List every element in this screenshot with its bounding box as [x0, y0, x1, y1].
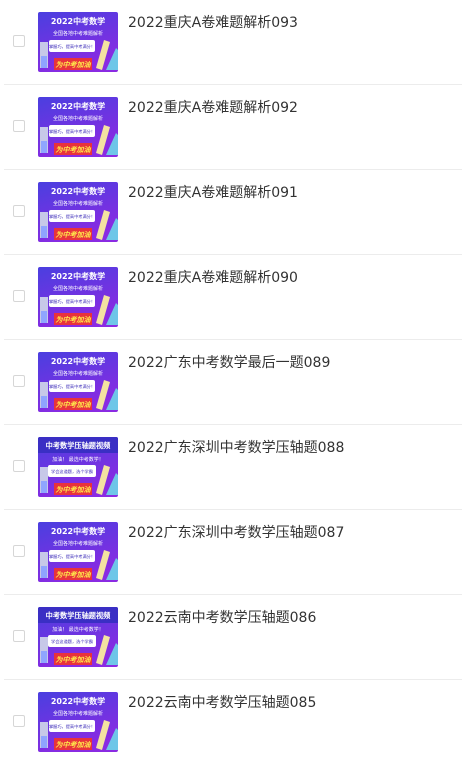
- thumbnail-card-text: 掌握巧，提高中考满分！: [49, 128, 95, 135]
- thumbnail-subtitle: 全国各地中考难题解析: [53, 710, 103, 717]
- select-checkbox[interactable]: [13, 545, 25, 557]
- thumbnail-figure-detail: [41, 396, 47, 408]
- select-checkbox[interactable]: [13, 375, 25, 387]
- select-checkbox[interactable]: [13, 205, 25, 217]
- list-item[interactable]: 2022中考数学 全国各地中考难题解析掌握巧，提高中考满分！ 为中考加油 2022广…: [0, 340, 462, 425]
- select-checkbox[interactable]: [13, 630, 25, 642]
- thumbnail-card-text: 掌握巧，提高中考满分！: [49, 383, 95, 390]
- thumbnail-card-text: 掌握巧，提高中考满分！: [49, 213, 95, 220]
- list-item[interactable]: 中考数学压轴题视频 加油！ 最选中考数学！ 学会这道题，选个学霸 为中考加油 2022…: [0, 595, 462, 680]
- thumbnail-artwork: 2022中考数学全国各地中考难题解析掌握巧，提高中考满分！ 为中考加油: [38, 12, 118, 72]
- select-checkbox[interactable]: [13, 715, 25, 727]
- thumbnail-headline: 2022中考数学: [51, 526, 105, 536]
- thumbnail-subtitle: 全国各地中考难题解析: [53, 200, 103, 207]
- thumbnail-banner-text: 为中考加油: [56, 315, 92, 324]
- item-title[interactable]: 2022重庆A卷难题解析093: [128, 14, 298, 32]
- lesson-list: 2022中考数学 全国各地中考难题解析 掌握巧，提高中考满分！ 为中考加油 2022重…: [0, 0, 462, 765]
- item-title[interactable]: 2022云南中考数学压轴题086: [128, 609, 316, 627]
- item-title[interactable]: 2022云南中考数学压轴题085: [128, 694, 316, 712]
- thumbnail-artwork: 2022中考数学全国各地中考难题解析掌握巧，提高中考满分！ 为中考加油: [38, 267, 118, 327]
- thumbnail-card-text: 掌握巧，提高中考满分！: [49, 298, 95, 305]
- thumbnail-banner-text: 为中考加油: [56, 60, 92, 69]
- list-item[interactable]: 2022中考数学 全国各地中考难题解析掌握巧，提高中考满分！ 为中考加油 2022重…: [0, 255, 462, 340]
- item-title[interactable]: 2022广东中考数学最后一题089: [128, 354, 330, 372]
- thumbnail-headline: 2022中考数学: [51, 16, 105, 26]
- thumbnail-card-text: 掌握巧，提高中考满分！: [49, 723, 95, 730]
- thumbnail-banner-text: 为中考加油: [56, 145, 92, 154]
- thumbnail-image[interactable]: 2022中考数学 全国各地中考难题解析掌握巧，提高中考满分！ 为中考加油: [38, 267, 118, 327]
- list-item[interactable]: 中考数学压轴题视频 加油！ 最选中考数学！ 学会这道题，选个学霸 为中考加油 2022…: [0, 425, 462, 510]
- thumbnail-figure-detail: [41, 651, 47, 663]
- thumbnail-banner-text: 为中考加油: [56, 570, 92, 579]
- thumbnail-figure-detail: [41, 56, 47, 68]
- thumbnail-card-text: 学会这道题，选个学霸: [51, 468, 93, 475]
- thumbnail-card-text: 学会这道题，选个学霸: [51, 638, 93, 645]
- thumbnail-headline: 2022中考数学: [51, 186, 105, 196]
- thumbnail-card-text: 掌握巧，提高中考满分！: [49, 553, 95, 560]
- thumbnail-artwork: 2022中考数学全国各地中考难题解析掌握巧，提高中考满分！ 为中考加油: [38, 182, 118, 242]
- thumbnail-headline: 2022中考数学: [51, 356, 105, 366]
- thumbnail-headline: 中考数学压轴题视频: [46, 611, 112, 620]
- thumbnail-image[interactable]: 2022中考数学 全国各地中考难题解析掌握巧，提高中考满分！ 为中考加油: [38, 692, 118, 752]
- thumbnail-artwork: 中考数学压轴题视频加油！ 最选中考数学！ 学会这道题，选个学霸为中考加油: [38, 437, 118, 497]
- thumbnail-headline: 中考数学压轴题视频: [46, 441, 112, 450]
- item-title[interactable]: 2022广东深圳中考数学压轴题087: [128, 524, 344, 542]
- item-title[interactable]: 2022重庆A卷难题解析090: [128, 269, 298, 287]
- select-checkbox[interactable]: [13, 35, 25, 47]
- thumbnail-figure-detail: [41, 311, 47, 323]
- thumbnail-card-text: 掌握巧，提高中考满分！: [49, 43, 95, 50]
- item-title[interactable]: 2022广东深圳中考数学压轴题088: [128, 439, 344, 457]
- thumbnail-figure-detail: [41, 226, 47, 238]
- thumbnail-artwork: 2022中考数学全国各地中考难题解析掌握巧，提高中考满分！ 为中考加油: [38, 97, 118, 157]
- thumbnail-figure-detail: [41, 566, 47, 578]
- select-checkbox[interactable]: [13, 120, 25, 132]
- thumbnail-banner-text: 为中考加油: [56, 400, 92, 409]
- item-title[interactable]: 2022重庆A卷难题解析091: [128, 184, 298, 202]
- list-item[interactable]: 2022中考数学 全国各地中考难题解析掌握巧，提高中考满分！ 为中考加油 2022重…: [0, 170, 462, 255]
- thumbnail-subtitle: 全国各地中考难题解析: [53, 115, 103, 122]
- thumbnail-banner-text: 为中考加油: [56, 230, 92, 239]
- select-checkbox[interactable]: [13, 460, 25, 472]
- thumbnail-image[interactable]: 2022中考数学 全国各地中考难题解析掌握巧，提高中考满分！ 为中考加油: [38, 12, 118, 72]
- thumbnail-image[interactable]: 2022中考数学 全国各地中考难题解析掌握巧，提高中考满分！ 为中考加油: [38, 522, 118, 582]
- thumbnail-image[interactable]: 2022中考数学 全国各地中考难题解析掌握巧，提高中考满分！ 为中考加油: [38, 97, 118, 157]
- thumbnail-image[interactable]: 2022中考数学 全国各地中考难题解析掌握巧，提高中考满分！ 为中考加油: [38, 182, 118, 242]
- thumbnail-subtitle: 加油！ 最选中考数学！: [52, 456, 104, 463]
- thumbnail-banner-text: 为中考加油: [56, 655, 92, 664]
- thumbnail-headline: 2022中考数学: [51, 696, 105, 706]
- list-item[interactable]: 2022中考数学 全国各地中考难题解析掌握巧，提高中考满分！ 为中考加油 2022云…: [0, 680, 462, 765]
- item-title[interactable]: 2022重庆A卷难题解析092: [128, 99, 298, 117]
- thumbnail-artwork: 2022中考数学全国各地中考难题解析掌握巧，提高中考满分！ 为中考加油: [38, 692, 118, 752]
- list-item[interactable]: 2022中考数学 全国各地中考难题解析掌握巧，提高中考满分！ 为中考加油 2022重…: [0, 0, 462, 85]
- list-item[interactable]: 2022中考数学 全国各地中考难题解析掌握巧，提高中考满分！ 为中考加油 2022广…: [0, 510, 462, 595]
- thumbnail-subtitle: 全国各地中考难题解析: [53, 370, 103, 377]
- thumbnail-subtitle: 全国各地中考难题解析: [53, 285, 103, 292]
- thumbnail-artwork: 2022中考数学全国各地中考难题解析掌握巧，提高中考满分！ 为中考加油: [38, 352, 118, 412]
- thumbnail-image[interactable]: 中考数学压轴题视频 加油！ 最选中考数学！ 学会这道题，选个学霸 为中考加油: [38, 607, 118, 667]
- thumbnail-headline: 2022中考数学: [51, 271, 105, 281]
- thumbnail-image[interactable]: 中考数学压轴题视频 加油！ 最选中考数学！ 学会这道题，选个学霸 为中考加油: [38, 437, 118, 497]
- thumbnail-artwork: 2022中考数学全国各地中考难题解析掌握巧，提高中考满分！ 为中考加油: [38, 522, 118, 582]
- thumbnail-image[interactable]: 2022中考数学 全国各地中考难题解析掌握巧，提高中考满分！ 为中考加油: [38, 352, 118, 412]
- thumbnail-banner-text: 为中考加油: [56, 740, 92, 749]
- thumbnail-artwork: 中考数学压轴题视频加油！ 最选中考数学！ 学会这道题，选个学霸为中考加油: [38, 607, 118, 667]
- thumbnail-headline: 2022中考数学: [51, 101, 105, 111]
- thumbnail-figure-detail: [41, 736, 47, 748]
- thumbnail-subtitle: 全国各地中考难题解析: [53, 540, 103, 547]
- thumbnail-figure-detail: [41, 481, 47, 493]
- select-checkbox[interactable]: [13, 290, 25, 302]
- thumbnail-subtitle: 加油！ 最选中考数学！: [52, 626, 104, 633]
- thumbnail-subtitle: 全国各地中考难题解析: [53, 30, 103, 37]
- list-item[interactable]: 2022中考数学 全国各地中考难题解析掌握巧，提高中考满分！ 为中考加油 2022重…: [0, 85, 462, 170]
- thumbnail-banner-text: 为中考加油: [56, 485, 92, 494]
- thumbnail-figure-detail: [41, 141, 47, 153]
